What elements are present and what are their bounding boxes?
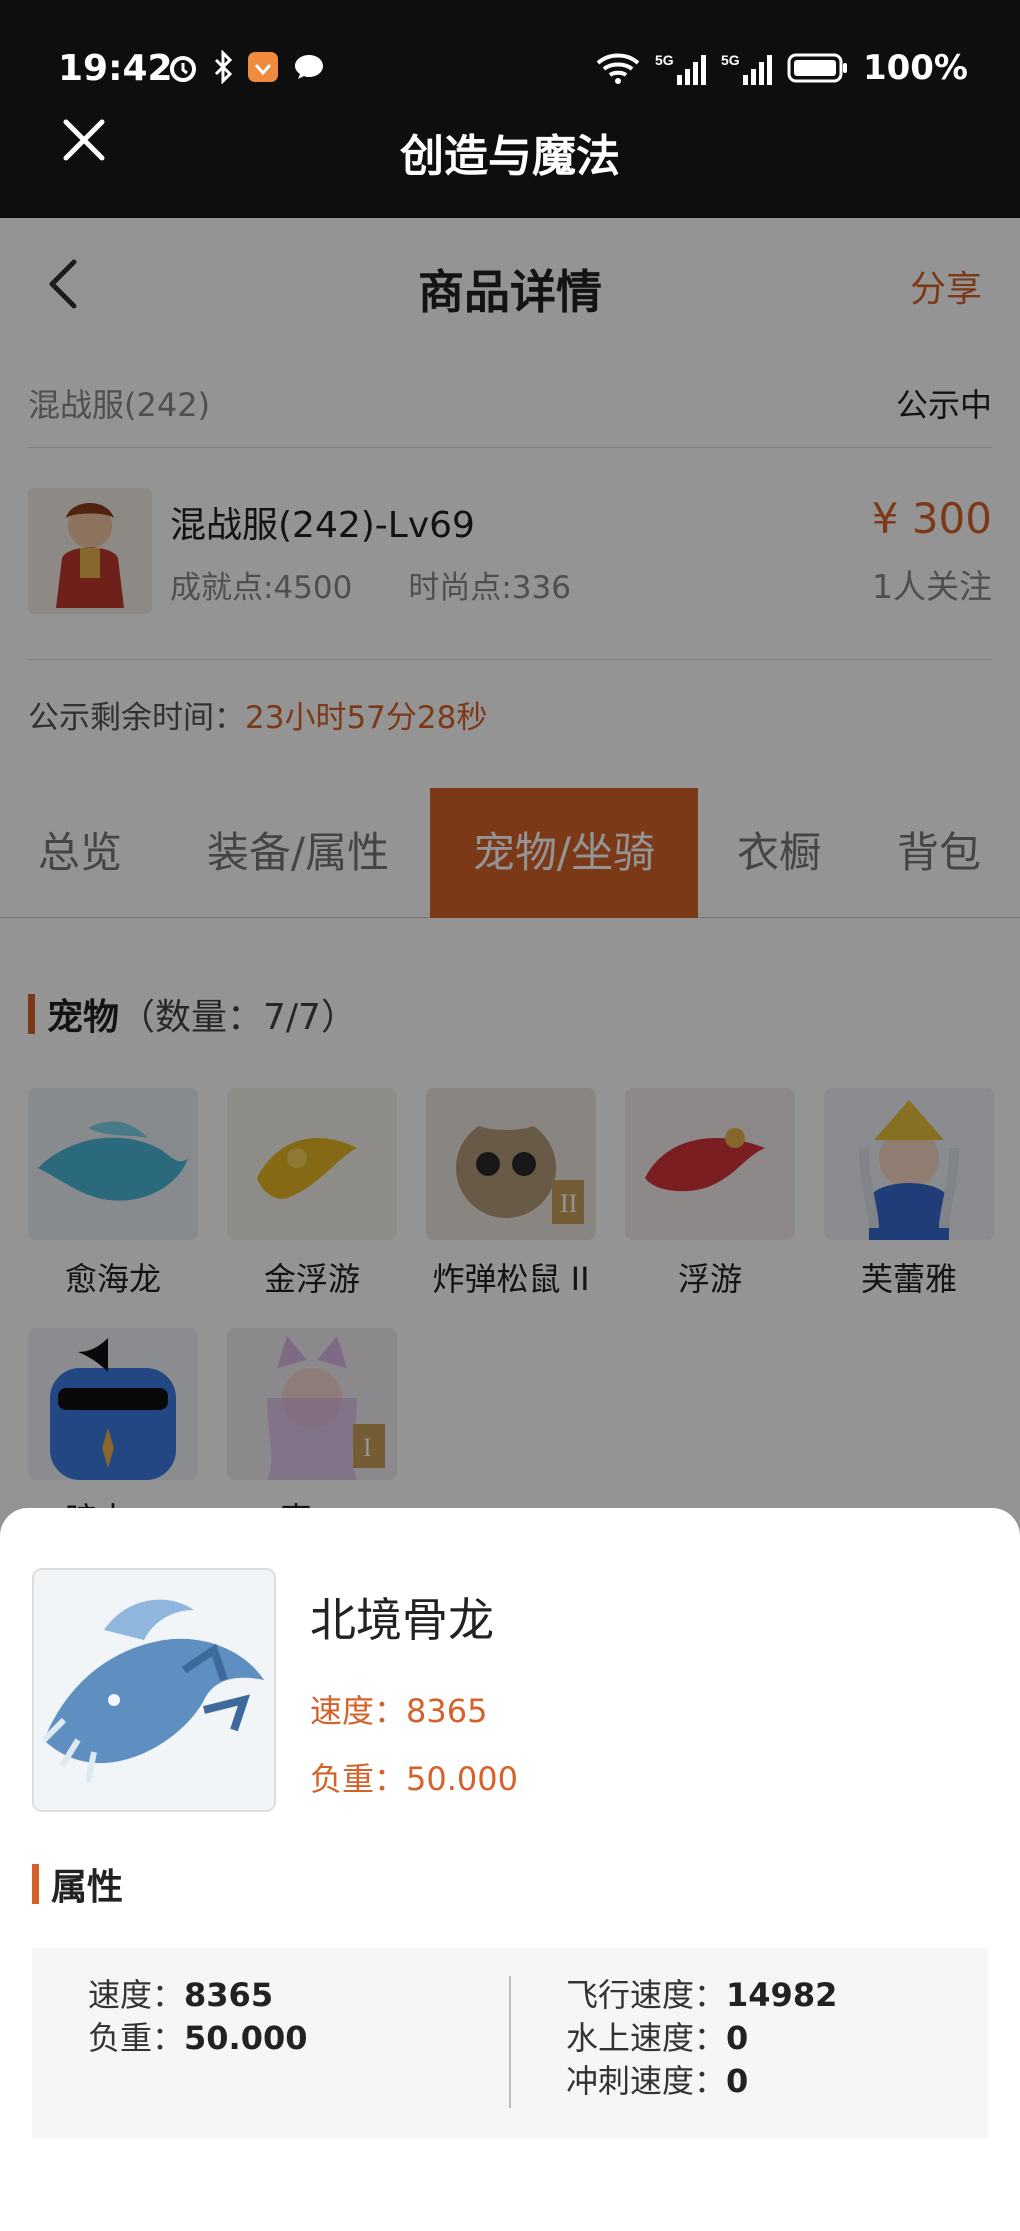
signal-5g-icon-2: 5G: [721, 52, 772, 85]
attr-label: 冲刺速度：: [566, 2062, 727, 2100]
signal-5g-icon: 5G: [655, 52, 706, 85]
attr-value: 14982: [726, 1976, 838, 2014]
bluetooth-icon: [214, 50, 233, 84]
status-time: 19:42: [58, 48, 173, 89]
attr-value: 50.000: [184, 2019, 308, 2057]
status-notification-icons: [166, 50, 326, 84]
app-title: 创造与魔法: [400, 131, 620, 182]
attr-label: 水上速度：: [566, 2019, 727, 2057]
attributes-title: 属性: [51, 1867, 124, 1908]
attr-row: 负重：50.000: [88, 2017, 308, 2060]
section-accent: [32, 1864, 39, 1904]
attr-value: 0: [726, 2019, 749, 2057]
pet-detail-image: [32, 1568, 276, 1812]
attr-value: 8365: [184, 1976, 274, 2014]
pet-detail-name: 北境骨龙: [310, 1593, 494, 1647]
pet-detail-sheet: 北境骨龙 速度：8365 负重：50.000 属性 速度：8365 负重：50.…: [0, 1508, 1020, 2231]
attr-label: 负重：: [88, 2019, 185, 2057]
app-bar: 创造与魔法: [0, 92, 1020, 218]
attributes-divider: [509, 1976, 511, 2108]
attributes-header: 属性: [32, 1858, 123, 1910]
attr-label: 速度：: [88, 1976, 185, 2014]
attributes-right-column: 飞行速度：14982 水上速度：0 冲刺速度：0: [566, 1974, 837, 2103]
battery-percent: 100%: [862, 48, 968, 88]
message-icon: [295, 55, 323, 79]
wifi-icon: [596, 53, 640, 84]
attr-label: 飞行速度：: [566, 1976, 727, 2014]
alarm-icon: [170, 56, 196, 82]
svg-text:5G: 5G: [655, 52, 674, 68]
attr-row: 飞行速度：14982: [566, 1974, 837, 2017]
app-notification-icon: [248, 52, 278, 82]
attr-row: 水上速度：0: [566, 2017, 837, 2060]
pet-detail-load: 负重：50.000: [310, 1760, 518, 1798]
attributes-left-column: 速度：8365 负重：50.000: [88, 1974, 308, 2060]
attr-row: 冲刺速度：0: [566, 2060, 837, 2103]
pet-detail-speed: 速度：8365: [310, 1692, 488, 1730]
battery-icon: [787, 53, 847, 83]
attributes-panel: 速度：8365 负重：50.000 飞行速度：14982 水上速度：0 冲刺速度…: [32, 1948, 988, 2138]
svg-text:5G: 5G: [721, 52, 740, 68]
attr-row: 速度：8365: [88, 1974, 308, 2017]
attr-value: 0: [726, 2062, 749, 2100]
